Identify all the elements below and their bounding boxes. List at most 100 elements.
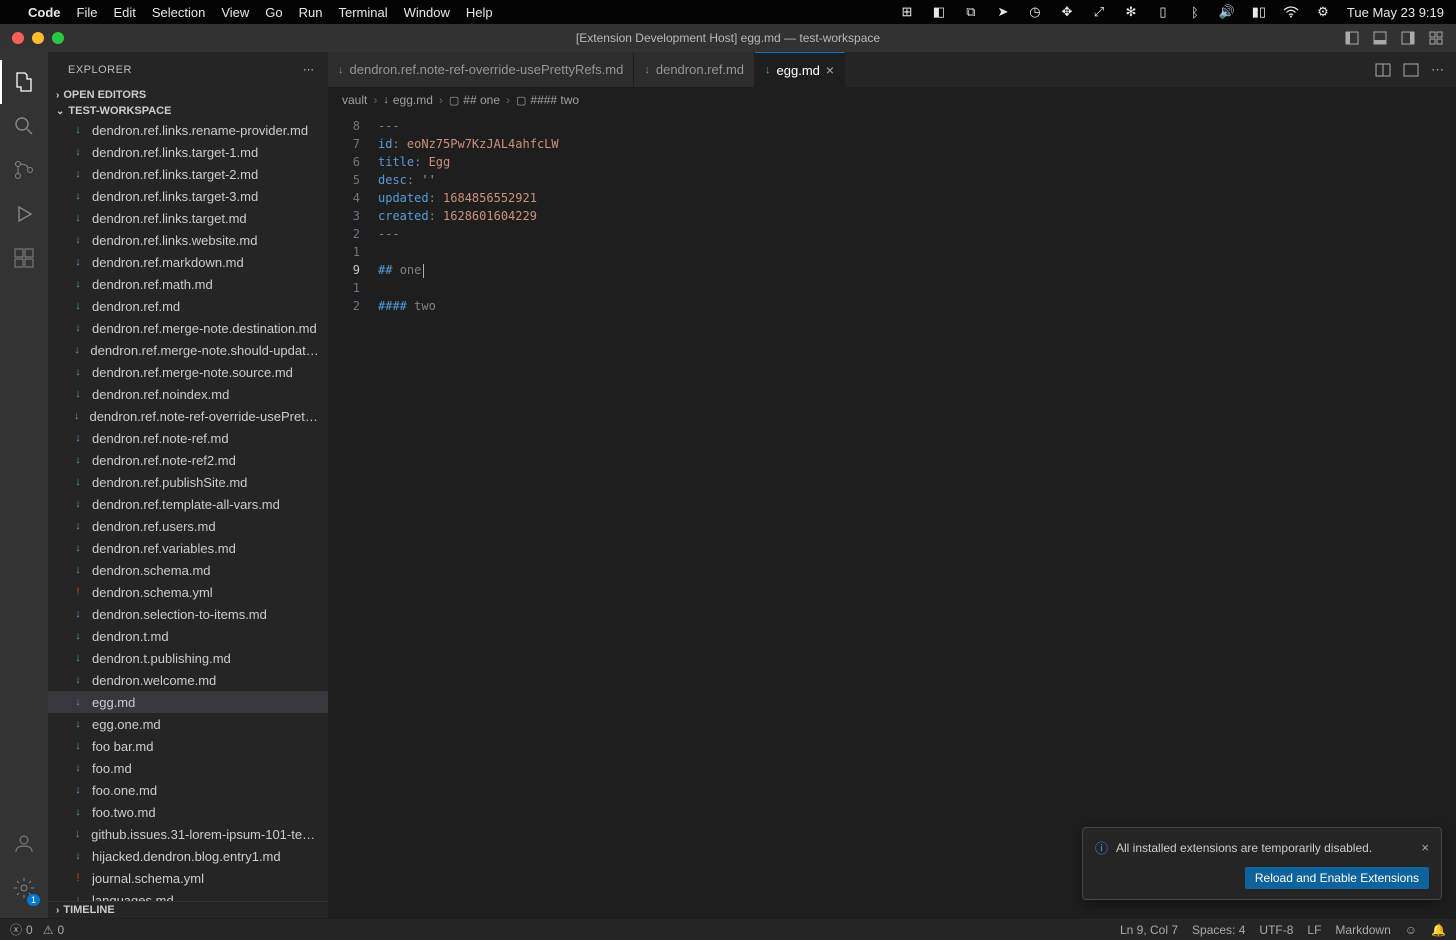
activity-extensions[interactable]	[0, 236, 48, 280]
tab-0[interactable]: ↓ dendron.ref.note-ref-override-usePrett…	[328, 52, 634, 87]
file-item[interactable]: ↓dendron.ref.md	[48, 295, 328, 317]
menu-go[interactable]: Go	[265, 5, 282, 20]
open-editors-header[interactable]: › OPEN EDITORS	[48, 87, 328, 103]
file-item[interactable]: ↓dendron.t.md	[48, 625, 328, 647]
menu-window[interactable]: Window	[404, 5, 450, 20]
file-item[interactable]: ↓dendron.ref.note-ref.md	[48, 427, 328, 449]
file-item[interactable]: ↓dendron.ref.merge-note.destination.md	[48, 317, 328, 339]
file-item[interactable]: ↓foo.one.md	[48, 779, 328, 801]
file-item[interactable]: !journal.schema.yml	[48, 867, 328, 889]
file-item[interactable]: ↓dendron.ref.markdown.md	[48, 251, 328, 273]
status-bell-icon[interactable]: 🔔	[1431, 923, 1446, 937]
file-item[interactable]: ↓dendron.ref.publishSite.md	[48, 471, 328, 493]
code-editor[interactable]: 8--- 7id: eoNz75Pw7KzJAL4ahfcLW 6title: …	[328, 113, 1456, 918]
file-item[interactable]: ↓dendron.schema.md	[48, 559, 328, 581]
status-eol[interactable]: LF	[1307, 923, 1321, 937]
status-spaces[interactable]: Spaces: 4	[1192, 923, 1245, 937]
status-encoding[interactable]: UTF-8	[1259, 923, 1293, 937]
file-item[interactable]: ↓languages.md	[48, 889, 328, 901]
close-tab-icon[interactable]: ×	[826, 62, 834, 78]
menubar-clock[interactable]: Tue May 23 9:19	[1347, 5, 1444, 20]
activity-settings[interactable]: 1	[0, 866, 48, 910]
explorer-actions-icon[interactable]: ⋯	[303, 63, 316, 76]
file-item[interactable]: ↓dendron.selection-to-items.md	[48, 603, 328, 625]
app-name[interactable]: Code	[28, 5, 61, 20]
menu-help[interactable]: Help	[466, 5, 493, 20]
close-notification-icon[interactable]: ×	[1421, 840, 1429, 855]
tab-2[interactable]: ↓ egg.md ×	[755, 52, 845, 87]
file-item[interactable]: ↓dendron.ref.note-ref2.md	[48, 449, 328, 471]
breadcrumb-item[interactable]: egg.md	[393, 93, 433, 107]
breadcrumb[interactable]: vault › ↓ egg.md › ▢ ## one › ▢ #### two	[328, 87, 1456, 113]
more-actions-icon[interactable]: ⋯	[1431, 62, 1446, 78]
window-minimize-button[interactable]	[32, 32, 44, 44]
file-item[interactable]: ↓dendron.ref.merge-note.source.md	[48, 361, 328, 383]
tray-volume-icon[interactable]: 🔊	[1219, 4, 1235, 20]
menu-edit[interactable]: Edit	[113, 5, 135, 20]
activity-source-control[interactable]	[0, 148, 48, 192]
file-item[interactable]: ↓dendron.ref.users.md	[48, 515, 328, 537]
file-item[interactable]: ↓dendron.ref.links.target-1.md	[48, 141, 328, 163]
breadcrumb-item[interactable]: vault	[342, 93, 367, 107]
file-item[interactable]: ↓dendron.ref.links.target-2.md	[48, 163, 328, 185]
tray-expand-icon[interactable]: ⤢	[1091, 4, 1107, 20]
file-item[interactable]: ↓egg.one.md	[48, 713, 328, 735]
file-item[interactable]: ↓hijacked.dendron.blog.entry1.md	[48, 845, 328, 867]
panel-toggle-left-icon[interactable]	[1344, 30, 1360, 46]
file-item[interactable]: ↓dendron.ref.links.website.md	[48, 229, 328, 251]
run-code-icon[interactable]	[1403, 62, 1419, 78]
tray-clock-icon[interactable]: ◷	[1027, 4, 1043, 20]
tray-battery-icon[interactable]: ▮▯	[1251, 4, 1267, 20]
file-item[interactable]: ↓dendron.ref.note-ref-override-usePretty…	[48, 405, 328, 427]
tray-sync-icon[interactable]: ✥	[1059, 4, 1075, 20]
panel-toggle-bottom-icon[interactable]	[1372, 30, 1388, 46]
window-close-button[interactable]	[12, 32, 24, 44]
status-cursor[interactable]: Ln 9, Col 7	[1120, 923, 1178, 937]
split-editor-icon[interactable]	[1375, 62, 1391, 78]
file-item[interactable]: ↓dendron.ref.variables.md	[48, 537, 328, 559]
tray-control-icon[interactable]: ⚙	[1315, 4, 1331, 20]
file-item[interactable]: ↓dendron.welcome.md	[48, 669, 328, 691]
tray-wifi-icon[interactable]	[1283, 4, 1299, 20]
window-maximize-button[interactable]	[52, 32, 64, 44]
panel-toggle-right-icon[interactable]	[1400, 30, 1416, 46]
status-warnings[interactable]: ⚠ 0	[43, 923, 64, 937]
status-feedback-icon[interactable]: ☺	[1405, 923, 1417, 937]
reload-extensions-button[interactable]: Reload and Enable Extensions	[1245, 867, 1429, 889]
tray-box-icon[interactable]: ◧	[931, 4, 947, 20]
file-item[interactable]: ↓dendron.ref.links.target-3.md	[48, 185, 328, 207]
file-item[interactable]: ↓egg.md	[48, 691, 328, 713]
file-item[interactable]: ↓dendron.t.publishing.md	[48, 647, 328, 669]
file-item[interactable]: ↓foo bar.md	[48, 735, 328, 757]
layout-customize-icon[interactable]	[1428, 30, 1444, 46]
file-item[interactable]: ↓dendron.ref.links.target.md	[48, 207, 328, 229]
activity-debug[interactable]	[0, 192, 48, 236]
status-errors[interactable]: ⓧ 0	[10, 921, 33, 938]
file-item[interactable]: ↓github.issues.31-lorem-ipsum-101-test.m…	[48, 823, 328, 845]
tray-dropbox-icon[interactable]: ⧉	[963, 4, 979, 20]
activity-explorer[interactable]	[0, 60, 48, 104]
menu-file[interactable]: File	[77, 5, 98, 20]
file-item[interactable]: ↓dendron.ref.links.rename-provider.md	[48, 119, 328, 141]
menu-selection[interactable]: Selection	[152, 5, 205, 20]
tray-phone-icon[interactable]: ▯	[1155, 4, 1171, 20]
menu-view[interactable]: View	[221, 5, 249, 20]
tray-bluetooth-icon[interactable]: ᛒ	[1187, 4, 1203, 20]
file-item[interactable]: ↓foo.two.md	[48, 801, 328, 823]
file-item[interactable]: ↓dendron.ref.template-all-vars.md	[48, 493, 328, 515]
menu-run[interactable]: Run	[299, 5, 323, 20]
breadcrumb-item[interactable]: #### two	[530, 93, 579, 107]
status-language[interactable]: Markdown	[1335, 923, 1390, 937]
file-item[interactable]: !dendron.schema.yml	[48, 581, 328, 603]
tab-1[interactable]: ↓ dendron.ref.md	[634, 52, 755, 87]
timeline-header[interactable]: › TIMELINE	[48, 901, 328, 918]
menu-terminal[interactable]: Terminal	[339, 5, 388, 20]
file-item[interactable]: ↓dendron.ref.math.md	[48, 273, 328, 295]
file-item[interactable]: ↓foo.md	[48, 757, 328, 779]
workspace-header[interactable]: ⌄ TEST-WORKSPACE	[48, 103, 328, 119]
tray-grid-icon[interactable]: ⊞	[899, 4, 915, 20]
breadcrumb-item[interactable]: ## one	[463, 93, 500, 107]
tray-arrow-icon[interactable]: ➤	[995, 4, 1011, 20]
file-item[interactable]: ↓dendron.ref.merge-note.should-update-1.…	[48, 339, 328, 361]
activity-search[interactable]	[0, 104, 48, 148]
